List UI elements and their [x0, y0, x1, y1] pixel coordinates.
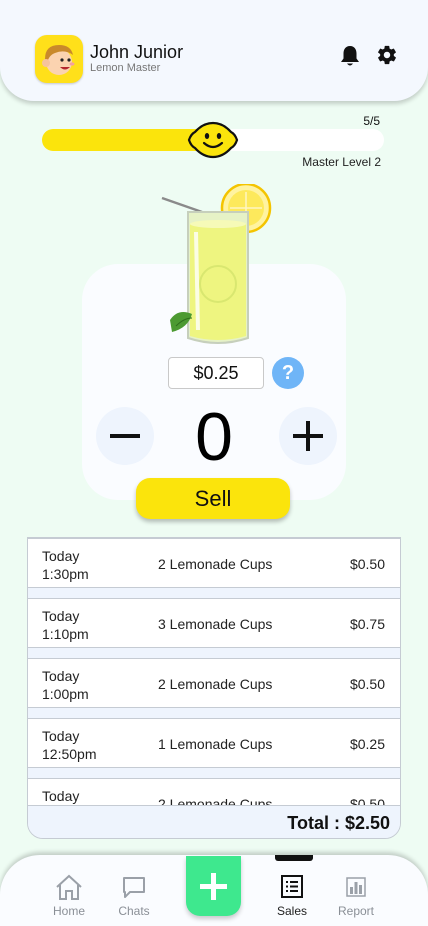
sales-row-day: Today — [42, 728, 80, 744]
sales-row-item: 2 Lemonade Cups — [158, 556, 273, 572]
lemonade-glass-icon — [161, 184, 272, 344]
sales-list-scroll[interactable]: Today 1:30pm 2 Lemonade Cups $0.50 Today 1:10… — [28, 538, 400, 805]
sales-row-item: 2 Lemonade Cups — [158, 676, 273, 692]
nav-chats-label: Chats — [118, 904, 150, 918]
plus-icon — [293, 421, 323, 451]
sales-row-time: 12:50pm — [42, 746, 97, 762]
level-count: 5/5 — [363, 114, 380, 128]
sales-row-amount: $0.50 — [349, 556, 385, 572]
sales-row-date: Today 1:30pm — [42, 547, 142, 583]
nav-sales[interactable]: Sales — [262, 873, 322, 918]
sales-row-amount: $0.75 — [349, 616, 385, 632]
sales-total: Total : $2.50 — [287, 813, 390, 833]
sales-row-item: 2 Lemonade Cups — [158, 796, 273, 805]
sales-row-time: 1:10pm — [42, 626, 89, 642]
nav-report[interactable]: Report — [326, 873, 386, 918]
sales-row-date: Today 1:10pm — [42, 607, 142, 643]
level-name: Master Level 2 — [302, 155, 381, 169]
sales-row[interactable]: Today 1:30pm 2 Lemonade Cups $0.50 — [28, 538, 400, 588]
nav-home[interactable]: Home — [39, 873, 99, 918]
nav-report-label: Report — [337, 904, 375, 918]
home-icon — [56, 874, 82, 900]
avatar[interactable] — [35, 35, 83, 83]
sales-row-date: Today 1:00pm — [42, 667, 142, 703]
increment-button[interactable] — [279, 407, 337, 465]
sales-row-amount: $0.50 — [349, 676, 385, 692]
bar-chart-icon — [346, 877, 366, 897]
nav-home-label: Home — [52, 904, 85, 918]
sell-button[interactable]: Sell — [136, 478, 290, 519]
sales-row-day: Today — [42, 608, 80, 624]
help-button[interactable]: ? — [272, 357, 304, 389]
nav-active-indicator — [275, 855, 313, 861]
add-button[interactable] — [186, 856, 241, 916]
quantity-value: 0 — [195, 399, 233, 475]
sales-row-amount: $0.50 — [349, 796, 385, 805]
app-header: John Junior Lemon Master — [0, 0, 428, 101]
sales-row[interactable]: Today 12:50pm 1 Lemonade Cups $0.25 — [28, 718, 400, 768]
sales-row-amount: $0.25 — [349, 736, 385, 752]
sales-row[interactable]: Today 2 Lemonade Cups $0.50 — [28, 778, 400, 805]
sales-list[interactable]: Today 1:30pm 2 Lemonade Cups $0.50 Today 1:10… — [27, 537, 401, 839]
nav-chats[interactable]: Chats — [104, 873, 164, 918]
sales-row-time: 1:00pm — [42, 686, 89, 702]
bell-icon[interactable] — [339, 44, 361, 68]
sales-row-day: Today — [42, 668, 80, 684]
sales-row-item: 1 Lemonade Cups — [158, 736, 273, 752]
sales-row-item: 3 Lemonade Cups — [158, 616, 273, 632]
list-icon — [281, 875, 303, 898]
decrement-button[interactable] — [96, 407, 154, 465]
sales-row-day: Today — [42, 548, 80, 564]
user-title: Lemon Master — [90, 62, 161, 74]
sales-row[interactable]: Today 1:10pm 3 Lemonade Cups $0.75 — [28, 598, 400, 648]
sales-row-day: Today — [42, 788, 80, 804]
price-field[interactable]: $0.25 — [168, 357, 264, 389]
gear-icon[interactable] — [376, 44, 398, 66]
plus-icon — [200, 873, 227, 900]
boy-avatar-icon — [42, 45, 75, 75]
minus-icon — [110, 434, 140, 438]
chat-icon — [123, 877, 145, 898]
user-name: John Junior — [90, 42, 184, 62]
sales-row-time: 1:30pm — [42, 566, 89, 582]
nav-sales-label: Sales — [276, 904, 308, 918]
sales-row-date: Today — [42, 787, 142, 805]
smiling-lemon-icon — [187, 121, 239, 159]
sales-row-date: Today 12:50pm — [42, 727, 142, 763]
total-bar: Total : $2.50 — [28, 805, 400, 838]
sales-row[interactable]: Today 1:00pm 2 Lemonade Cups $0.50 — [28, 658, 400, 708]
